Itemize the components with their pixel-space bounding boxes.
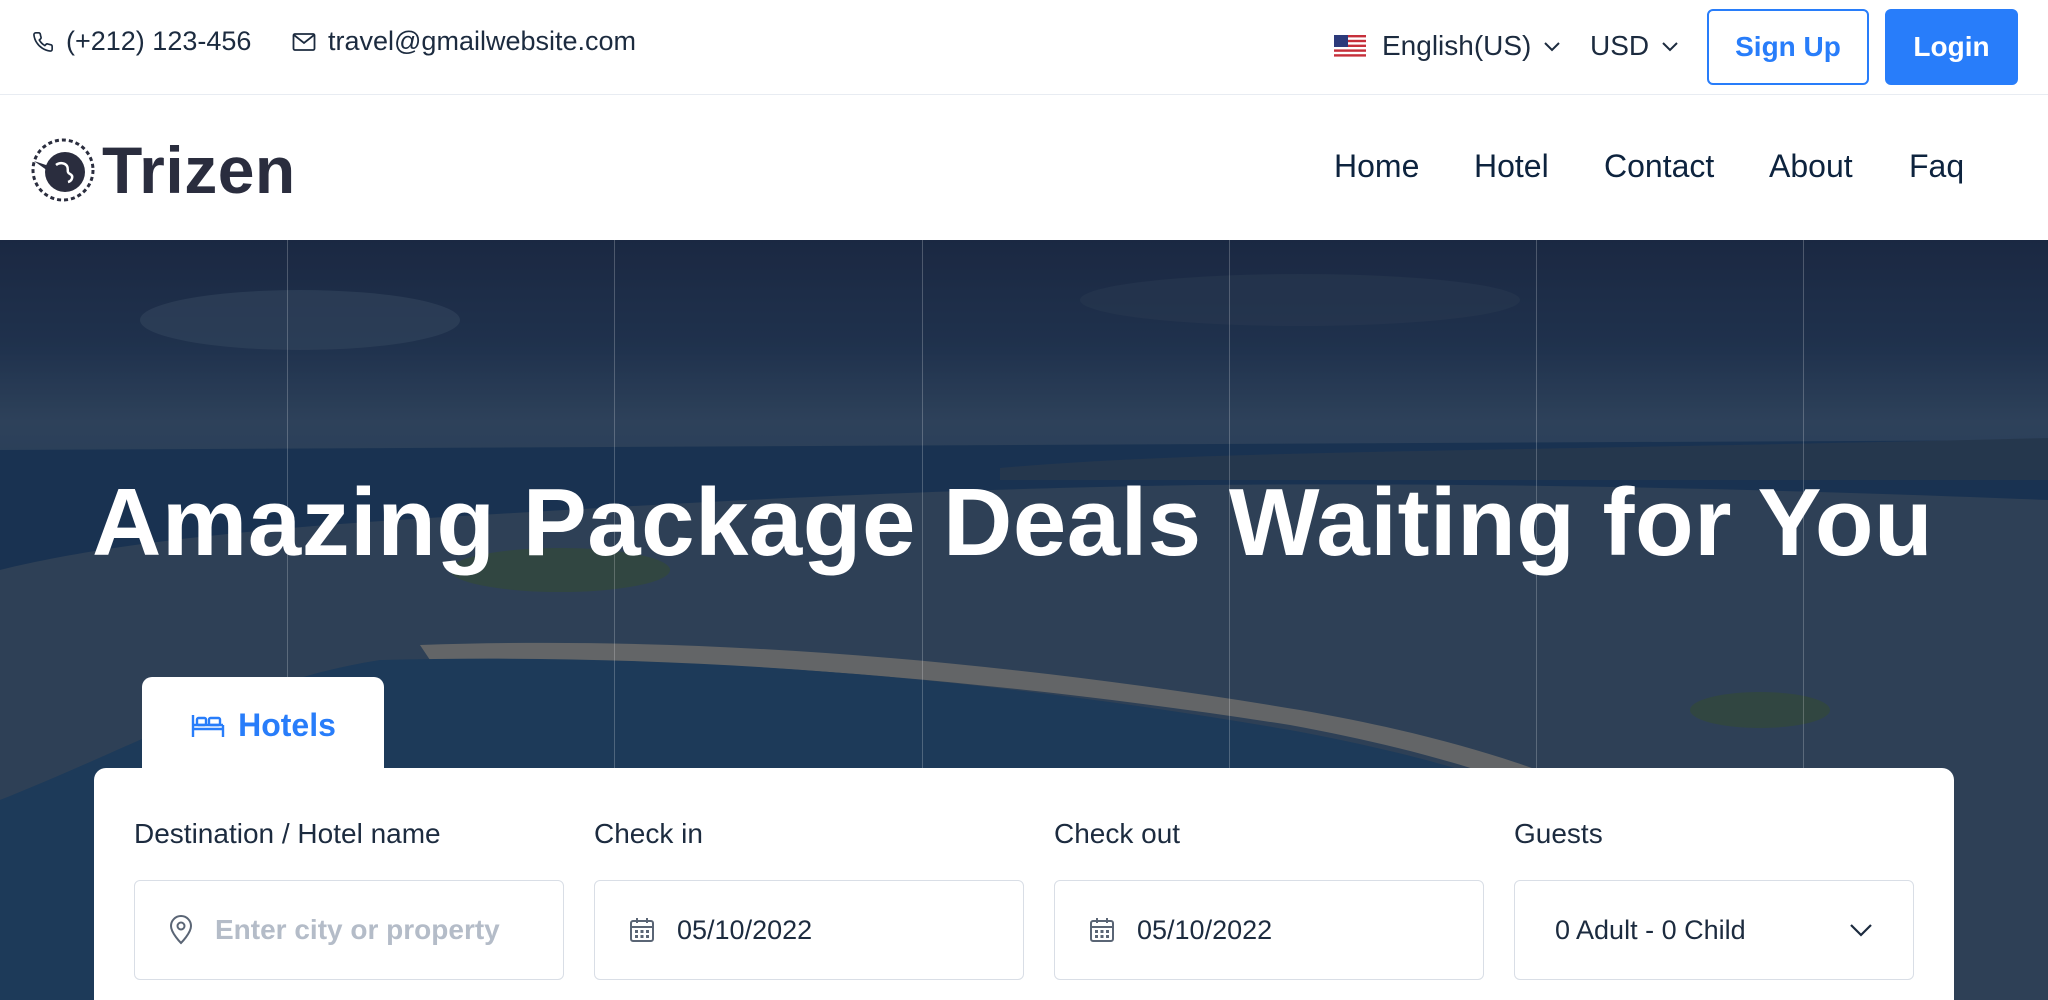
globe-logo-icon — [31, 138, 95, 202]
language-label: English(US) — [1382, 30, 1532, 61]
phone-text: (+212) 123-456 — [66, 26, 252, 56]
sign-up-button[interactable]: Sign Up — [1707, 9, 1869, 85]
mail-icon — [292, 32, 316, 51]
language-selector[interactable]: English(US) — [1334, 30, 1561, 62]
chevron-down-icon — [1662, 42, 1678, 52]
guests-dropdown[interactable]: 0 Adult - 0 Child — [1514, 880, 1914, 980]
nav-hotel[interactable]: Hotel — [1474, 148, 1549, 185]
us-flag-icon — [1334, 34, 1366, 58]
nav-about[interactable]: About — [1769, 148, 1853, 185]
nav-home[interactable]: Home — [1334, 148, 1419, 185]
hero-title: Amazing Package Deals Waiting for You — [92, 469, 1934, 576]
brand-logo[interactable]: Trizen — [30, 132, 296, 208]
checkin-value: 05/10/2022 — [677, 914, 813, 945]
brand-name: Trizen — [102, 133, 296, 207]
search-form: Destination / Hotel name Enter city or p… — [94, 768, 1954, 1000]
checkin-date-field[interactable]: 05/10/2022 — [594, 880, 1024, 980]
chevron-down-icon — [1850, 924, 1872, 937]
bed-icon — [191, 715, 225, 737]
guests-label: Guests — [1514, 818, 1603, 849]
guests-value: 0 Adult - 0 Child — [1555, 914, 1746, 945]
phone-icon — [33, 31, 53, 52]
map-pin-icon — [169, 915, 193, 945]
hero-section: Amazing Package Deals Waiting for You Ho… — [0, 240, 2048, 1000]
main-navbar: Trizen Home Hotel Contact About Faq — [0, 96, 2048, 240]
tab-hotels[interactable]: Hotels — [142, 677, 384, 773]
nav-faq[interactable]: Faq — [1909, 148, 1964, 185]
checkout-label: Check out — [1054, 818, 1181, 849]
email-contact[interactable]: travel@gmailwebsite.com — [292, 26, 636, 57]
currency-selector[interactable]: USD — [1590, 30, 1679, 62]
destination-label: Destination / Hotel name — [134, 818, 441, 849]
destination-placeholder: Enter city or property — [215, 914, 500, 945]
top-bar: (+212) 123-456 travel@gmailwebsite.com E… — [0, 0, 2048, 95]
calendar-icon — [629, 917, 655, 943]
checkin-label: Check in — [594, 818, 703, 849]
checkout-date-field[interactable]: 05/10/2022 — [1054, 880, 1484, 980]
currency-label: USD — [1590, 30, 1650, 61]
tab-hotels-label: Hotels — [238, 706, 336, 743]
email-text: travel@gmailwebsite.com — [328, 26, 637, 56]
nav-contact[interactable]: Contact — [1604, 148, 1714, 185]
checkout-value: 05/10/2022 — [1137, 914, 1273, 945]
chevron-down-icon — [1544, 42, 1561, 52]
login-button[interactable]: Login — [1885, 9, 2018, 85]
calendar-icon — [1089, 917, 1115, 943]
destination-input[interactable]: Enter city or property — [134, 880, 564, 980]
phone-contact[interactable]: (+212) 123-456 — [32, 26, 251, 57]
